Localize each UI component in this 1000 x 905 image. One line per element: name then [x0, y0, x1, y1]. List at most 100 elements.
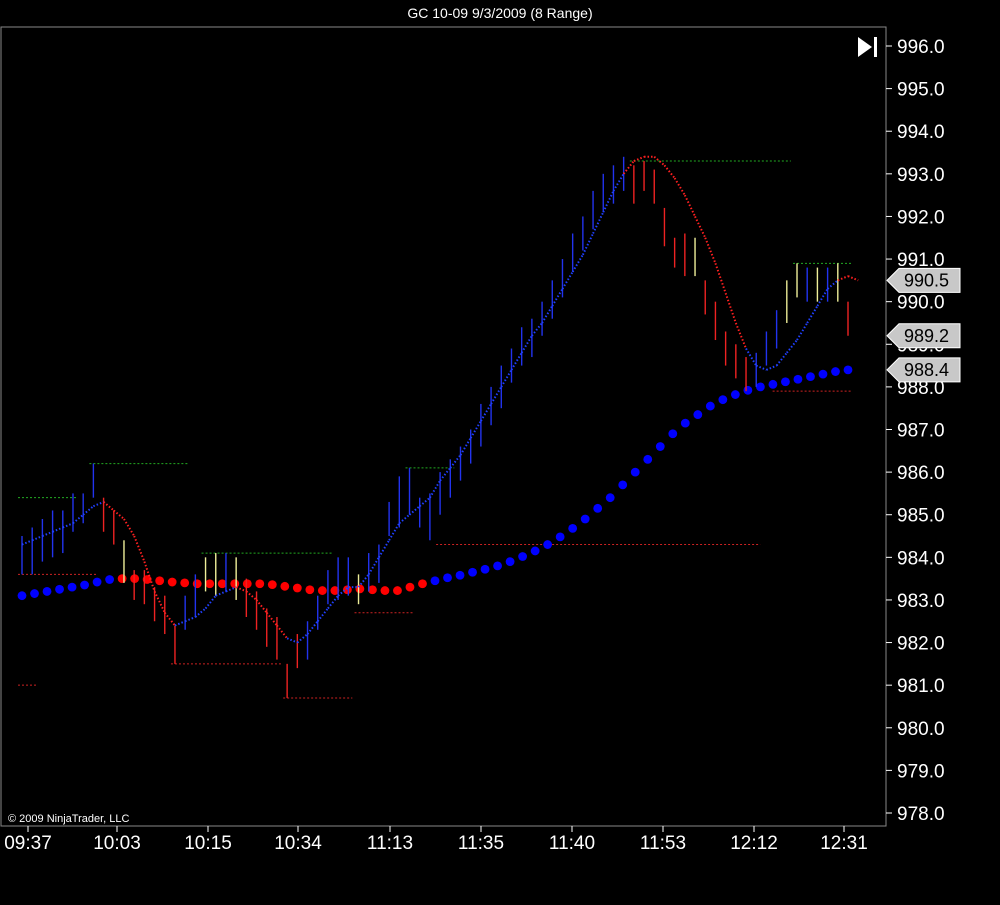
fast-ma-segment [184, 616, 196, 623]
price-axis[interactable]: 978.0 979.0 980.0 981.0 982.0 983.0 984.0 985.0… [886, 37, 945, 825]
fast-ma-segment [31, 535, 43, 542]
slow-ma-point [80, 580, 89, 590]
fast-ma-segment [123, 518, 136, 537]
slow-ma-point [580, 514, 590, 524]
fast-ma-segment [704, 237, 717, 264]
price-badge-label: 989.2 [904, 326, 949, 346]
fast-ma-segment [174, 620, 186, 627]
fast-ma-segment [235, 586, 247, 593]
slow-ma-point [743, 385, 753, 395]
y-tick-label: 986.0 [897, 463, 945, 484]
slow-ma-point [605, 493, 615, 503]
fast-ma-segment [561, 271, 574, 290]
x-tick-label: 11:53 [640, 833, 686, 854]
fast-ma-segment [571, 254, 584, 273]
fast-ma-segment [612, 173, 625, 192]
slow-ma-point [430, 576, 440, 586]
fast-ma-segment [459, 437, 472, 456]
fast-ma-segment [102, 501, 115, 512]
fast-ma-segment [480, 403, 492, 422]
slow-ma-point [718, 395, 728, 405]
fast-ma-segment [42, 530, 53, 537]
support-lines [18, 390, 852, 699]
fast-ma-segment [714, 262, 727, 294]
fast-ma-segment [633, 155, 645, 162]
scroll-to-end-icon[interactable] [858, 37, 877, 57]
fast-ma-segment [306, 620, 319, 635]
fast-ma-segment [388, 522, 401, 541]
fast-ma-segment [367, 556, 380, 575]
fast-ma-segment [551, 288, 564, 307]
fast-ma-segment [276, 624, 288, 639]
y-tick-label: 978.0 [897, 804, 945, 825]
slow-ma-point [180, 578, 190, 588]
y-tick-label: 990.0 [897, 293, 945, 314]
slow-ma-point [418, 579, 427, 589]
fast-ma-segment [245, 590, 258, 601]
fast-ma-segment [490, 386, 503, 405]
x-tick-label: 11:13 [367, 833, 413, 854]
slow-ma-point [267, 580, 277, 590]
y-tick-label: 980.0 [897, 719, 945, 740]
slow-ma-point [192, 579, 202, 589]
fast-ma-segment [622, 160, 635, 175]
price-markers: 990.5 989.2 988.4 [886, 267, 961, 383]
price-badge: 988.4 [886, 357, 961, 383]
slow-ma-point [67, 582, 77, 592]
copyright-text: © 2009 NinjaTrader, LLC [8, 813, 129, 825]
fast-ma-segment [766, 364, 778, 371]
slow-ma-point [705, 401, 715, 411]
fast-ma-segment [286, 637, 298, 644]
range-bars [21, 156, 849, 698]
price-badge: 989.2 [886, 323, 961, 349]
slow-ma-point [630, 467, 640, 477]
slow-ma-point [317, 586, 327, 595]
price-chart[interactable]: 978.0 979.0 980.0 981.0 982.0 983.0 984.0 985.0… [0, 0, 1000, 905]
slow-ma-point [555, 532, 565, 542]
resistance-lines [18, 160, 852, 554]
y-tick-label: 992.0 [897, 207, 945, 228]
fast-ma-segment [796, 322, 809, 341]
slow-ma-point [355, 584, 365, 594]
price-badge: 990.5 [886, 267, 961, 293]
y-tick-label: 987.0 [897, 421, 945, 442]
slow-ma-point [380, 586, 390, 595]
fast-ma-segment [255, 599, 268, 614]
slow-ma-point [730, 390, 740, 399]
slow-ma-point [393, 586, 402, 595]
slow-ma-point [755, 382, 765, 392]
fast-ma-segment [469, 420, 482, 439]
fast-ma-segment [82, 505, 95, 516]
x-tick-label: 10:03 [93, 833, 141, 854]
fast-ma-segment [663, 164, 676, 179]
slow-ma-point [668, 429, 678, 439]
slow-ma-point [55, 584, 64, 594]
slow-ma-point [30, 589, 39, 598]
slow-ma-point [693, 410, 703, 419]
slow-ma-point [768, 379, 778, 389]
fast-ma-segment [163, 612, 176, 627]
slow-ma-point [42, 587, 52, 596]
fast-ma-segment [694, 216, 707, 239]
fast-ma-segment [215, 590, 227, 597]
slow-ma-point [455, 570, 465, 580]
slow-ma-point [680, 418, 690, 428]
x-tick-label: 11:40 [549, 833, 595, 854]
price-badge-label: 988.4 [904, 360, 949, 380]
y-tick-label: 983.0 [897, 591, 945, 612]
slow-ma-point [618, 480, 628, 490]
fast-ma-segment [581, 233, 594, 256]
slow-ma-point [292, 583, 302, 593]
fast-ma-segment [449, 454, 462, 469]
fast-ma-segment [531, 322, 543, 337]
slow-ma-point [530, 546, 540, 556]
fast-ma-segment [510, 352, 523, 371]
fast-ma-segment [378, 539, 390, 558]
fast-ma-segment [755, 364, 767, 371]
slow-ma-point [17, 591, 27, 601]
fast-ma-segment [786, 339, 798, 354]
fast-ma-segment [194, 607, 207, 618]
time-axis[interactable]: 09:37 10:03 10:15 10:34 11:13 11:35 11:40 11:53… [4, 826, 868, 854]
fast-ma-segment [500, 369, 513, 388]
fast-ma-segment [520, 335, 533, 354]
